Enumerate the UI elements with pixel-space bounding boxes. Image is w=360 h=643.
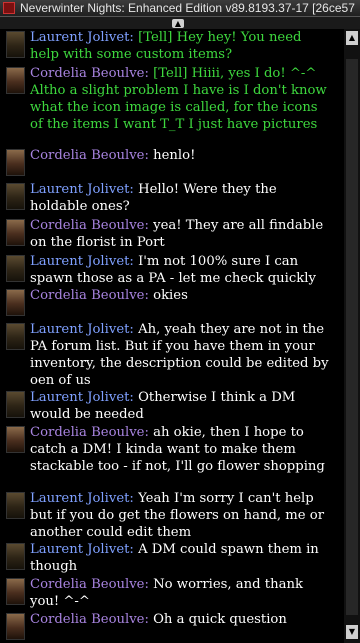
cordelia-portrait xyxy=(6,426,25,453)
scroll-thumb[interactable] xyxy=(346,59,358,615)
speaker-name: Cordelia Beoulve: xyxy=(30,148,149,163)
speaker-name: Laurent Jolivet: xyxy=(30,491,134,506)
cordelia-portrait xyxy=(6,149,25,176)
message-text: Laurent Jolivet: Ah, yeah they are not i… xyxy=(30,321,333,389)
message-text: Laurent Jolivet: I'm not 100% sure I can… xyxy=(30,253,333,287)
chat-text: okies xyxy=(153,288,188,303)
laurent-portrait xyxy=(6,31,25,58)
cordelia-portrait xyxy=(6,578,25,605)
app-icon xyxy=(3,2,15,14)
chat-log: Laurent Jolivet: [Tell] Hey hey! You nee… xyxy=(0,29,344,643)
laurent-portrait xyxy=(6,492,25,519)
speaker-name: Cordelia Beoulve: xyxy=(30,218,149,233)
message-text: Cordelia Beoulve: yea! They are all find… xyxy=(30,217,333,251)
laurent-portrait xyxy=(6,183,25,210)
collapse-bar: ▲ xyxy=(0,17,360,29)
window-titlebar: Neverwinter Nights: Enhanced Edition v89… xyxy=(0,0,360,17)
laurent-portrait xyxy=(6,391,25,418)
scroll-up-arrow-icon[interactable]: ▲ xyxy=(346,31,358,45)
speaker-name: Laurent Jolivet: xyxy=(30,542,134,557)
message-text: Laurent Jolivet: Otherwise I think a DM … xyxy=(30,389,333,423)
speaker-name: Cordelia Beoulve: xyxy=(30,66,149,81)
speaker-name: Laurent Jolivet: xyxy=(30,322,134,337)
chevron-up-icon[interactable]: ▲ xyxy=(172,19,184,28)
message-text: Cordelia Beoulve: henlo! xyxy=(30,147,333,164)
message-text: Cordelia Beoulve: Oh a quick question xyxy=(30,611,333,628)
message-text: Cordelia Beoulve: [Tell] Hiiii, yes I do… xyxy=(30,65,333,133)
speaker-name: Cordelia Beoulve: xyxy=(30,288,149,303)
message-text: Laurent Jolivet: [Tell] Hey hey! You nee… xyxy=(30,29,333,63)
window-title: Neverwinter Nights: Enhanced Edition v89… xyxy=(20,1,355,15)
cordelia-portrait xyxy=(6,289,25,316)
cordelia-portrait xyxy=(6,219,25,246)
speaker-name: Laurent Jolivet: xyxy=(30,182,134,197)
speaker-name: Laurent Jolivet: xyxy=(30,30,134,45)
chat-text: henlo! xyxy=(153,148,196,163)
message-text: Cordelia Beoulve: No worries, and thank … xyxy=(30,576,333,610)
message-text: Cordelia Beoulve: ah okie, then I hope t… xyxy=(30,424,333,475)
speaker-name: Cordelia Beoulve: xyxy=(30,577,149,592)
speaker-name: Laurent Jolivet: xyxy=(30,390,134,405)
message-text: Laurent Jolivet: A DM could spawn them i… xyxy=(30,541,333,575)
cordelia-portrait xyxy=(6,613,25,640)
speaker-name: Cordelia Beoulve: xyxy=(30,612,149,627)
speaker-name: Laurent Jolivet: xyxy=(30,254,134,269)
chat-text: Oh a quick question xyxy=(153,612,287,627)
message-text: Cordelia Beoulve: okies xyxy=(30,287,333,304)
speaker-name: Cordelia Beoulve: xyxy=(30,425,149,440)
laurent-portrait xyxy=(6,255,25,282)
message-text: Laurent Jolivet: Hello! Were they the ho… xyxy=(30,181,333,215)
message-text: Laurent Jolivet: Yeah I'm sorry I can't … xyxy=(30,490,333,541)
cordelia-portrait xyxy=(6,67,25,94)
laurent-portrait xyxy=(6,323,25,350)
laurent-portrait xyxy=(6,543,25,570)
scrollbar[interactable]: ▲ ▼ xyxy=(344,29,360,643)
scroll-down-arrow-icon[interactable]: ▼ xyxy=(346,625,358,639)
